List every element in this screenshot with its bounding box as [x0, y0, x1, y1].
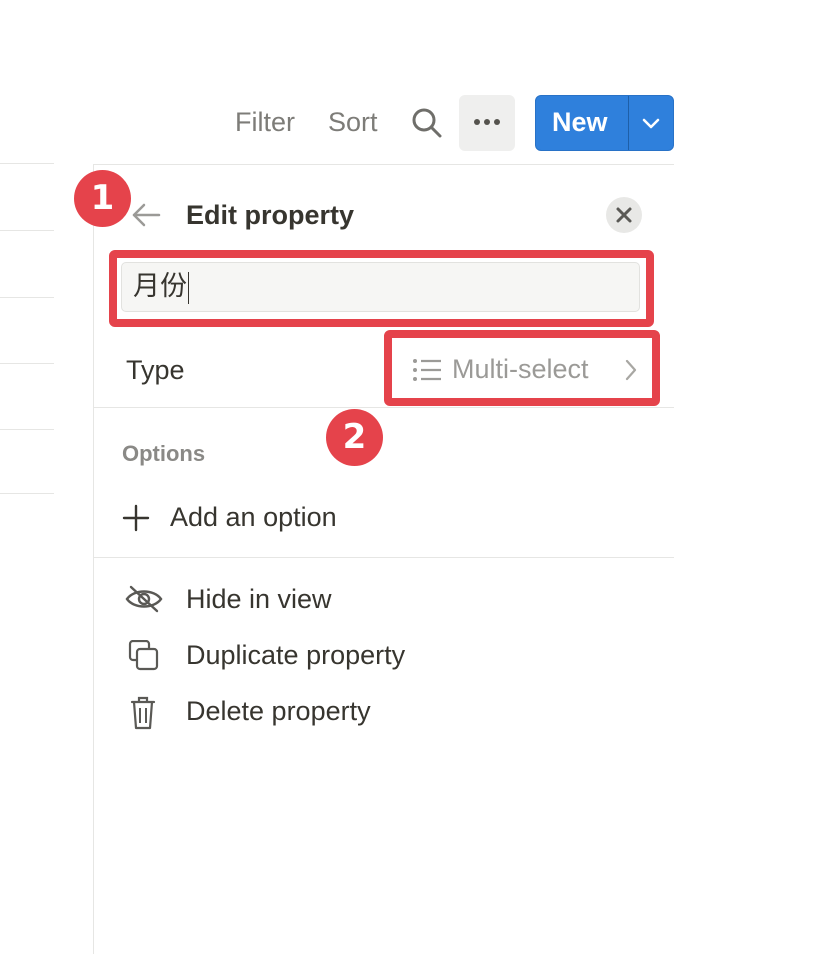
table-row-divider	[0, 429, 54, 430]
duplicate-icon	[128, 640, 159, 671]
section-divider	[93, 407, 674, 408]
table-row-divider	[0, 163, 54, 164]
trash-icon	[130, 696, 156, 730]
close-icon	[616, 207, 632, 223]
table-row-divider	[0, 230, 54, 231]
table-row-divider	[0, 297, 54, 298]
add-option-label: Add an option	[170, 502, 337, 532]
eye-off-icon	[125, 585, 163, 613]
new-button-label: New	[552, 107, 608, 137]
section-divider	[93, 557, 674, 558]
panel-top-border	[93, 164, 674, 165]
delete-property-button[interactable]: Delete property	[124, 692, 644, 732]
new-button-divider	[628, 96, 629, 150]
highlight-box-type-selector	[384, 330, 660, 406]
sort-button[interactable]: Sort	[328, 107, 378, 138]
step-badge-1: 1	[74, 170, 131, 227]
menu-item-label: Delete property	[186, 696, 371, 726]
filter-button[interactable]: Filter	[235, 107, 295, 138]
panel-title: Edit property	[186, 200, 355, 230]
search-icon[interactable]	[410, 106, 444, 140]
hide-in-view-button[interactable]: Hide in view	[124, 580, 644, 620]
panel-left-border	[93, 164, 94, 954]
options-heading: Options	[122, 441, 206, 466]
plus-icon	[122, 504, 150, 532]
more-options-button[interactable]	[459, 95, 515, 151]
menu-item-label: Duplicate property	[186, 640, 406, 670]
menu-item-label: Hide in view	[186, 584, 332, 614]
duplicate-property-button[interactable]: Duplicate property	[124, 636, 644, 676]
table-row-divider	[0, 363, 54, 364]
table-row-divider	[0, 493, 54, 494]
chevron-down-icon[interactable]	[640, 112, 662, 134]
arrow-left-icon[interactable]	[130, 200, 162, 230]
highlight-box-name-field	[109, 250, 654, 327]
close-button[interactable]	[606, 197, 642, 233]
type-label: Type	[126, 355, 185, 385]
add-option-button[interactable]: Add an option	[122, 500, 642, 536]
new-button[interactable]: New	[535, 95, 674, 151]
step-badge-2: 2	[326, 409, 383, 466]
more-horizontal-icon	[474, 119, 500, 125]
